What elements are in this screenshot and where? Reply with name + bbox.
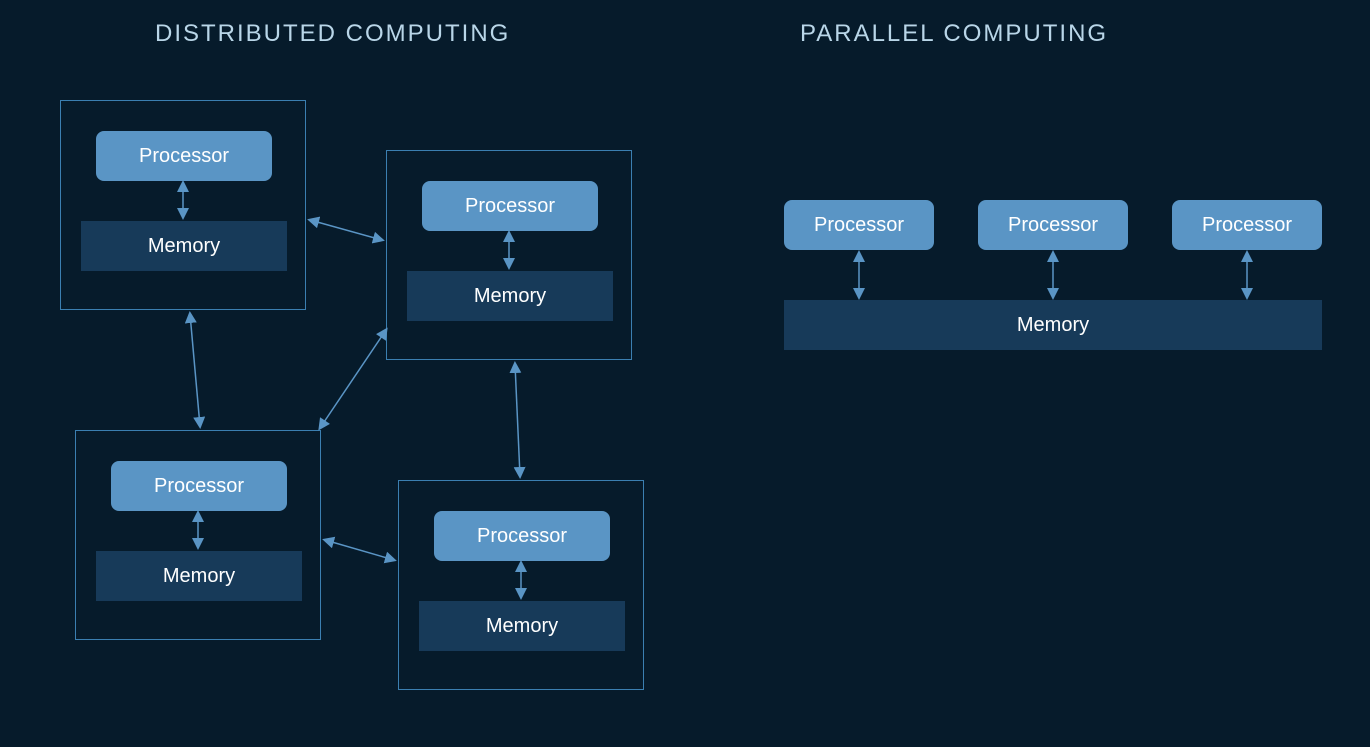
link-n1-n3	[190, 314, 200, 426]
processor-box: Processor	[422, 181, 598, 231]
memory-label: Memory	[148, 235, 220, 258]
processor-label: Processor	[465, 195, 555, 218]
title-distributed: DISTRIBUTED COMPUTING	[155, 20, 510, 48]
link-n2-n4	[515, 364, 520, 476]
memory-box: Memory	[419, 601, 625, 651]
link-n2-n3	[320, 330, 386, 428]
title-parallel: PARALLEL COMPUTING	[800, 20, 1108, 48]
distributed-node-1: Processor Memory	[60, 100, 306, 310]
parallel-processor-1: Processor	[784, 200, 934, 250]
memory-label: Memory	[1017, 314, 1089, 337]
processor-label: Processor	[814, 214, 904, 237]
parallel-shared-memory: Memory	[784, 300, 1322, 350]
memory-label: Memory	[474, 285, 546, 308]
memory-box: Memory	[81, 221, 287, 271]
distributed-node-2: Processor Memory	[386, 150, 632, 360]
parallel-processor-2: Processor	[978, 200, 1128, 250]
diagram-stage: DISTRIBUTED COMPUTING PARALLEL COMPUTING…	[0, 0, 1370, 747]
processor-label: Processor	[1202, 214, 1292, 237]
parallel-processor-3: Processor	[1172, 200, 1322, 250]
processor-label: Processor	[154, 475, 244, 498]
processor-box: Processor	[434, 511, 610, 561]
processor-box: Processor	[111, 461, 287, 511]
link-n1-n2	[310, 220, 382, 240]
distributed-node-3: Processor Memory	[75, 430, 321, 640]
processor-label: Processor	[477, 525, 567, 548]
memory-label: Memory	[163, 565, 235, 588]
memory-box: Memory	[407, 271, 613, 321]
processor-box: Processor	[96, 131, 272, 181]
processor-label: Processor	[139, 145, 229, 168]
link-n3-n4	[325, 540, 394, 560]
memory-label: Memory	[486, 615, 558, 638]
processor-label: Processor	[1008, 214, 1098, 237]
memory-box: Memory	[96, 551, 302, 601]
distributed-node-4: Processor Memory	[398, 480, 644, 690]
